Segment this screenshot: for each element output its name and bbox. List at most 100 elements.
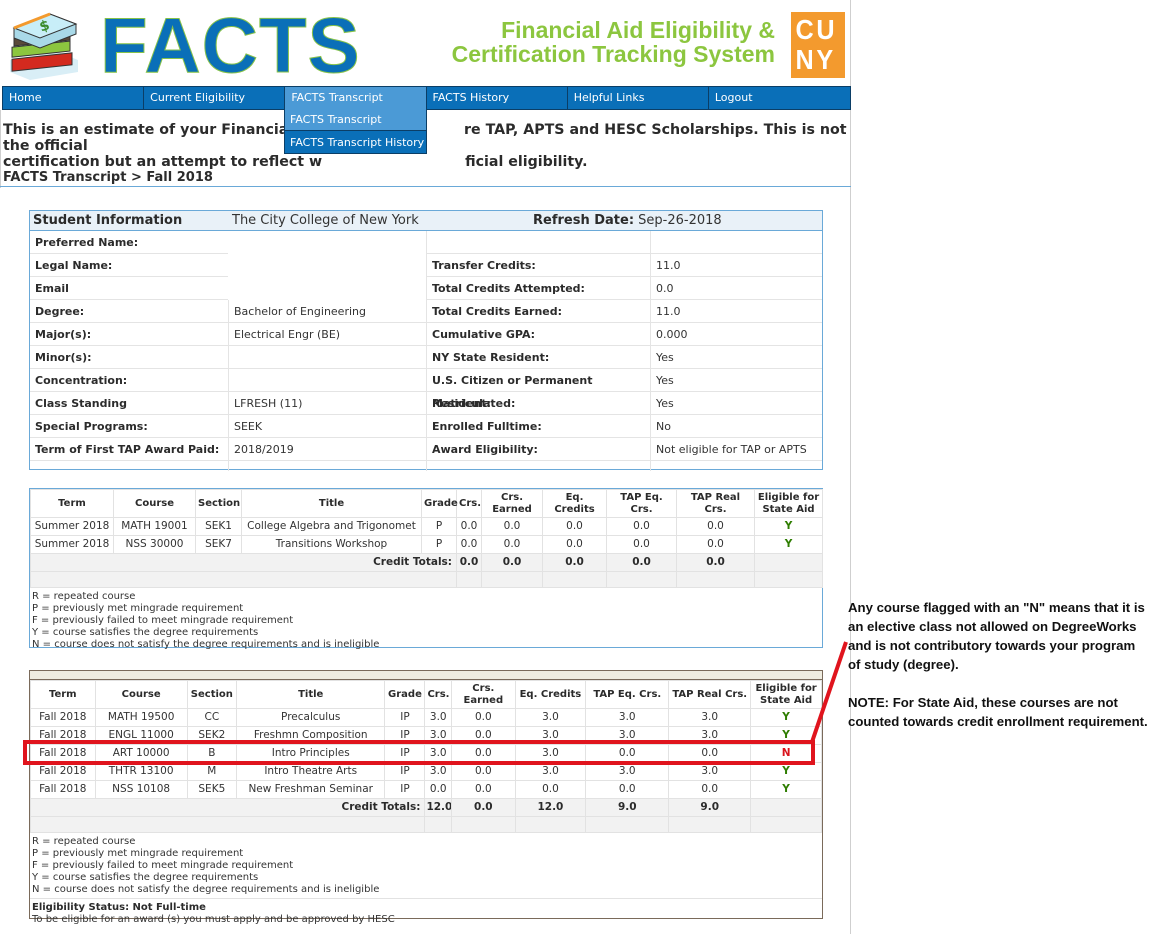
student-info-value	[228, 346, 426, 369]
fall-2018-courses-panel: Term Course Section Title Grade Crs. Crs. Earn…	[29, 670, 823, 925]
credit-total-value: 12.0	[424, 798, 453, 817]
course-cell: CC	[186, 708, 237, 727]
course-cell: 3.0	[424, 708, 453, 727]
legend-item: P = previously met mingrade requirement	[32, 848, 244, 859]
nav-facts-history[interactable]: FACTS History	[427, 87, 568, 109]
refresh-date: Refresh Date: Sep-26-2018	[533, 213, 722, 228]
fall-panel-topbar	[30, 671, 822, 680]
eligibility-status: Eligibility Status: Not Full-time To be …	[30, 898, 822, 929]
student-info-row: Legal Name:	[30, 254, 426, 277]
nav-home[interactable]: Home	[3, 87, 145, 109]
course-cell: MATH 19001	[113, 517, 196, 536]
course-row: Fall 2018 MATH 19500 CC Precalculus IP 3.0 0.0…	[30, 708, 822, 727]
student-info-value	[228, 369, 426, 392]
course-cell: MATH 19500	[94, 708, 188, 727]
credit-totals-row: Credit Totals: 0.0 0.0 0.0 0.0 0.0	[30, 553, 823, 572]
column-header: Crs. Earned	[451, 680, 516, 709]
column-header: Term	[30, 680, 96, 709]
student-info-row: Preferred Name:	[30, 231, 426, 254]
state-aid-flag: Y	[754, 535, 823, 554]
column-header: Crs.	[424, 680, 453, 709]
course-cell: 0.0	[481, 517, 543, 536]
student-info-row: Total Credits Attempted: 0.0	[426, 277, 822, 300]
legend-item: R = repeated course	[32, 591, 136, 602]
student-info-label: Enrolled Fulltime:	[426, 415, 650, 438]
student-info-value: Yes	[650, 392, 822, 415]
credit-totals-label: Credit Totals:	[30, 553, 457, 572]
student-info-value: 2018/2019	[228, 438, 426, 461]
course-row: Fall 2018 THTR 13100 M Intro Theatre Arts IP…	[30, 762, 822, 781]
credit-total-value: 12.0	[514, 798, 587, 817]
course-cell: New Freshman Seminar	[235, 780, 386, 799]
dropdown-item-facts-transcript[interactable]: FACTS Transcript	[284, 108, 427, 131]
course-cell: Summer 2018	[30, 535, 114, 554]
student-info-value: 11.0	[650, 254, 822, 277]
student-info-label: Class Standing	[30, 392, 228, 415]
annotation-paragraph-1: Any course flagged with an "N" means tha…	[848, 600, 1145, 672]
student-info-label: Email	[30, 277, 228, 300]
course-cell: NSS 30000	[113, 535, 196, 554]
column-header: Section	[195, 489, 242, 518]
nav-current-eligibility[interactable]: Current Eligibility	[144, 87, 286, 109]
column-header: Course	[113, 489, 196, 518]
student-info-row: Award Eligibility: Not eligible for TAP o…	[426, 438, 822, 461]
column-header: Course	[94, 680, 188, 709]
eligibility-status-note: To be eligible for an award (s) you must…	[32, 914, 395, 925]
nav-helpful-links[interactable]: Helpful Links	[568, 87, 709, 109]
nav-logout[interactable]: Logout	[709, 87, 850, 109]
course-cell: 3.0	[514, 708, 587, 727]
course-cell: 3.0	[424, 762, 453, 781]
column-header: TAP Real Crs.	[668, 680, 752, 709]
course-cell: Precalculus	[235, 708, 386, 727]
student-info-row	[426, 231, 822, 254]
column-header: Title	[235, 680, 386, 709]
student-info-label: NY State Resident:	[426, 346, 650, 369]
student-info-row: Matriculated: Yes	[426, 392, 822, 415]
student-info-row: Degree: Bachelor of Engineering	[30, 300, 426, 323]
student-info-row: Transfer Credits: 11.0	[426, 254, 822, 277]
header: $ FACTS Financial Aid Eligibility & Cert…	[0, 0, 851, 89]
student-info-label: Minor(s):	[30, 346, 228, 369]
course-cell: 0.0	[542, 535, 607, 554]
course-cell: Fall 2018	[30, 708, 96, 727]
course-cell: M	[186, 762, 237, 781]
student-info-row: Class Standing LFRESH (11)	[30, 392, 426, 415]
cuny-logo-line-1: CU	[795, 14, 838, 45]
empty-cell	[754, 553, 823, 572]
student-info-value: Bachelor of Engineering	[228, 300, 426, 323]
column-header: Eligible for State Aid	[750, 680, 822, 709]
nav-facts-transcript[interactable]: FACTS Transcript	[285, 87, 427, 109]
student-info-label: Term of First TAP Award Paid:	[30, 438, 228, 461]
student-info-label: Award Eligibility:	[426, 438, 650, 461]
course-cell: 0.0	[668, 780, 752, 799]
cuny-logo-line-2: NY	[795, 44, 836, 75]
main-nav: Home Current Eligibility FACTS Transcrip…	[2, 86, 851, 110]
college-name: The City College of New York	[232, 213, 419, 228]
table-header-row: Term Course Section Title Grade Crs. Crs. Earn…	[30, 489, 823, 518]
student-info-header: Student Information The City College of …	[30, 211, 822, 231]
course-cell: Fall 2018	[30, 780, 96, 799]
student-info-row: Email	[30, 277, 426, 300]
student-info-row: NY State Resident: Yes	[426, 346, 822, 369]
empty-cell	[750, 798, 822, 817]
course-cell: 3.0	[514, 762, 587, 781]
tagline-line-2: Certification Tracking System	[451, 41, 775, 67]
student-info-row: Special Programs: SEEK	[30, 415, 426, 438]
course-cell: SEK7	[195, 535, 242, 554]
course-row: Fall 2018 NSS 10108 SEK5 New Freshman Semin…	[30, 780, 822, 799]
credit-totals-row: Credit Totals: 12.0 0.0 12.0 9.0 9.0	[29, 798, 822, 817]
column-header: TAP Eq. Crs.	[606, 489, 677, 518]
blank-row	[30, 571, 823, 588]
course-cell: SEK5	[186, 780, 237, 799]
student-info-row: Term of First TAP Award Paid: 2018/2019	[30, 438, 426, 461]
intro-line-1-left: This is an estimate of your Financial Ai	[3, 122, 315, 138]
course-cell: Transitions Workshop	[241, 535, 422, 554]
course-cell: 0.0	[585, 780, 670, 799]
course-cell: 0.0	[514, 780, 587, 799]
dropdown-item-facts-transcript-history[interactable]: FACTS Transcript History	[284, 131, 427, 154]
student-info-row: Major(s): Electrical Engr (BE)	[30, 323, 426, 346]
student-info-title: Student Information	[33, 213, 183, 228]
fall-legend: R = repeated course P = previously met mi…	[30, 833, 822, 896]
column-header: TAP Real Crs.	[676, 489, 755, 518]
course-cell: 0.0	[606, 535, 677, 554]
